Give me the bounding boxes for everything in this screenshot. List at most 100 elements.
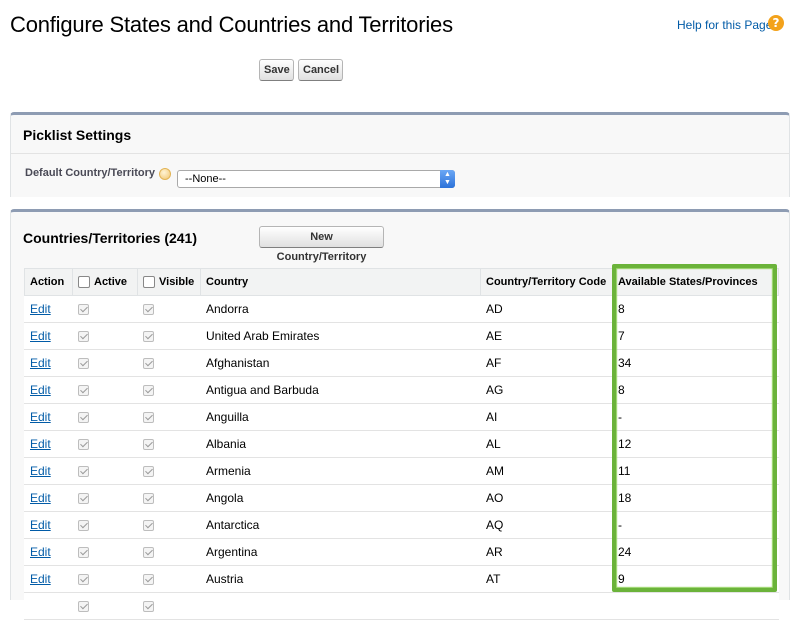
table-cell: Edit: [24, 322, 73, 350]
edit-link[interactable]: Edit: [30, 464, 51, 478]
edit-link[interactable]: Edit: [30, 437, 51, 451]
table-row: Edit United Arab Emirates AE 7: [24, 322, 779, 350]
countries-title: Countries/Territories (241): [23, 230, 198, 246]
active-checkbox[interactable]: [78, 331, 89, 343]
countries-table: Action Active Visible Country Country/Te…: [24, 268, 779, 620]
edit-link[interactable]: Edit: [30, 572, 51, 586]
table-cell: 8: [612, 295, 779, 323]
table-header-row: Action Active Visible Country Country/Te…: [24, 268, 779, 296]
active-checkbox[interactable]: [78, 385, 89, 397]
table-cell: [137, 295, 201, 323]
active-checkbox[interactable]: [78, 412, 89, 424]
country-code: AD: [486, 302, 503, 316]
country-code: AI: [486, 410, 498, 424]
edit-link[interactable]: Edit: [30, 356, 51, 370]
edit-link[interactable]: Edit: [30, 518, 51, 532]
states-count: 12: [618, 437, 632, 451]
table-cell: [72, 403, 138, 431]
edit-link[interactable]: Edit: [30, 410, 51, 424]
active-checkbox[interactable]: [78, 466, 89, 478]
table-cell: Edit: [24, 349, 73, 377]
table-cell: -: [612, 403, 779, 431]
states-count: 9: [618, 572, 625, 586]
col-active-label: Active: [94, 275, 128, 288]
table-cell: Andorra: [200, 295, 481, 323]
col-country: Country: [200, 268, 481, 296]
active-checkbox[interactable]: [78, 439, 89, 451]
country-code: AT: [486, 572, 501, 586]
states-count: 11: [618, 464, 631, 478]
table-cell: [137, 511, 201, 539]
edit-link[interactable]: Edit: [30, 302, 51, 316]
table-cell: [137, 403, 201, 431]
table-row: Edit Antigua and Barbuda AG 8: [24, 376, 779, 404]
table-row: Edit Antarctica AQ -: [24, 511, 779, 539]
table-cell: Anguilla: [200, 403, 481, 431]
default-country-label: Default Country/Territory: [25, 167, 155, 179]
table-cell: AL: [480, 430, 613, 458]
visible-checkbox[interactable]: [143, 574, 154, 586]
active-checkbox[interactable]: [78, 601, 89, 613]
active-checkbox[interactable]: [78, 358, 89, 370]
countries-section: Countries/Territories (241) New Country/…: [10, 209, 790, 620]
table-cell: [480, 592, 613, 620]
table-cell: Edit: [24, 457, 73, 485]
states-count: -: [618, 410, 622, 424]
country-code: AM: [486, 464, 504, 478]
visible-checkbox[interactable]: [143, 520, 154, 532]
select-all-active-checkbox[interactable]: [78, 276, 90, 289]
picklist-settings-section: Picklist Settings Default Country/Territ…: [10, 112, 790, 197]
col-code: Country/Territory Code: [480, 268, 613, 296]
country-name: Afghanistan: [206, 356, 270, 370]
visible-checkbox[interactable]: [143, 385, 154, 397]
new-country-button[interactable]: New Country/Territory: [259, 226, 384, 263]
table-cell: Edit: [24, 295, 73, 323]
edit-link[interactable]: Edit: [30, 545, 51, 559]
visible-checkbox[interactable]: [143, 547, 154, 559]
table-cell: United Arab Emirates: [200, 322, 481, 350]
cancel-button[interactable]: Cancel: [298, 59, 343, 81]
table-cell: Edit: [24, 565, 73, 593]
visible-checkbox[interactable]: [143, 493, 154, 505]
edit-link[interactable]: Edit: [30, 383, 51, 397]
visible-checkbox[interactable]: [143, 439, 154, 451]
states-count: 34: [618, 356, 632, 370]
select-all-visible-checkbox[interactable]: [143, 276, 155, 289]
states-count: 7: [618, 329, 625, 343]
edit-link[interactable]: Edit: [30, 329, 51, 343]
active-checkbox[interactable]: [78, 304, 89, 316]
col-action: Action: [24, 268, 73, 296]
help-icon[interactable]: ?: [768, 15, 784, 31]
table-cell: AG: [480, 376, 613, 404]
table-cell: AR: [480, 538, 613, 566]
visible-checkbox[interactable]: [143, 412, 154, 424]
visible-checkbox[interactable]: [143, 331, 154, 343]
visible-checkbox[interactable]: [143, 601, 154, 613]
active-checkbox[interactable]: [78, 574, 89, 586]
edit-link[interactable]: Edit: [30, 491, 51, 505]
table-row: Edit Armenia AM 11: [24, 457, 779, 485]
help-link[interactable]: Help for this Page: [677, 18, 772, 32]
active-checkbox[interactable]: [78, 493, 89, 505]
picklist-settings-title: Picklist Settings: [23, 127, 132, 143]
table-cell: Edit: [24, 538, 73, 566]
col-states: Available States/Provinces: [612, 268, 779, 296]
table-cell: AI: [480, 403, 613, 431]
table-cell: [612, 592, 779, 620]
save-button[interactable]: Save: [259, 59, 294, 81]
visible-checkbox[interactable]: [143, 304, 154, 316]
table-cell: Austria: [200, 565, 481, 593]
active-checkbox[interactable]: [78, 520, 89, 532]
table-cell: Armenia: [200, 457, 481, 485]
info-icon[interactable]: [159, 168, 171, 180]
visible-checkbox[interactable]: [143, 358, 154, 370]
visible-checkbox[interactable]: [143, 466, 154, 478]
active-checkbox[interactable]: [78, 547, 89, 559]
default-country-select[interactable]: --None-- ▲ ▼: [177, 170, 455, 188]
country-name: Angola: [206, 491, 244, 505]
table-cell: [137, 592, 201, 620]
table-cell: Argentina: [200, 538, 481, 566]
table-cell: AE: [480, 322, 613, 350]
states-count: 8: [618, 383, 625, 397]
table-cell: [137, 430, 201, 458]
